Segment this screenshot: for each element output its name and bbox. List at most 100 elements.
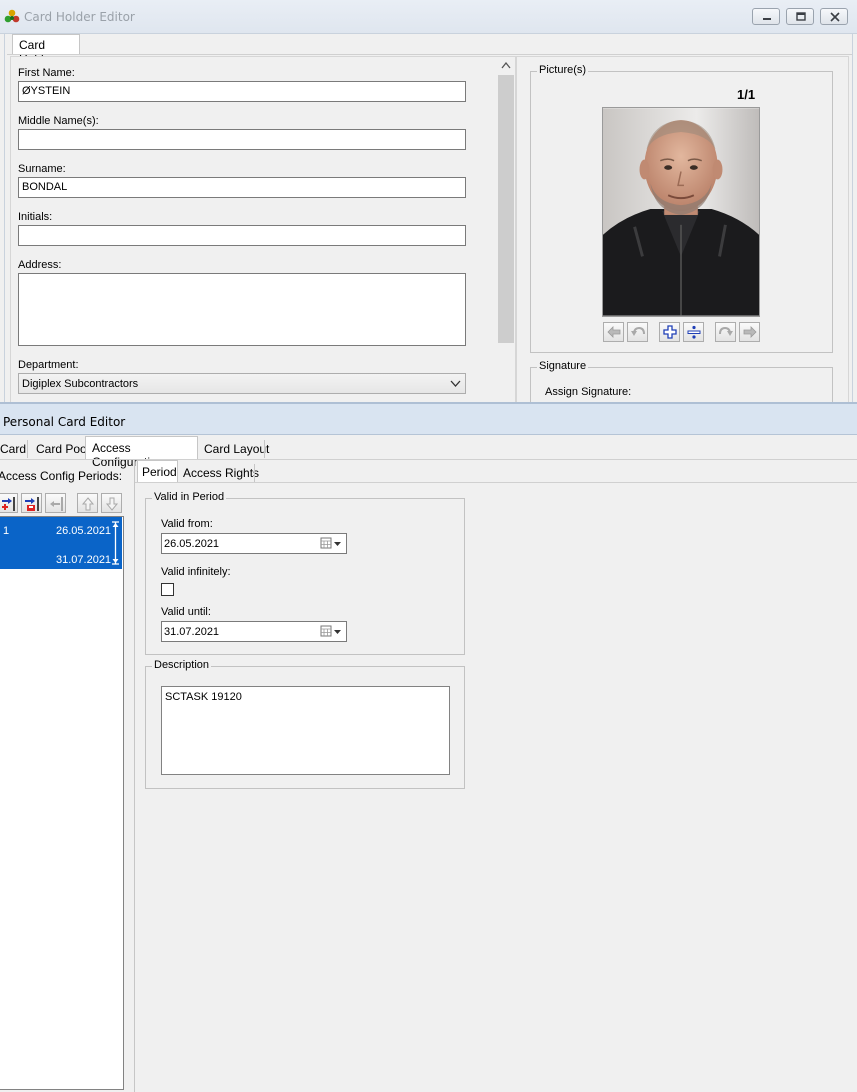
remove-period-icon: [50, 497, 63, 511]
valid-until-datepicker[interactable]: 31.07.2021: [161, 621, 347, 642]
arrow-right-icon: [743, 326, 757, 338]
description-textarea[interactable]: SCTASK 19120: [161, 686, 450, 775]
add-period-button[interactable]: [0, 493, 18, 513]
first-name-label: First Name:: [18, 67, 75, 79]
divide-icon: [687, 325, 701, 339]
valid-infinitely-checkbox[interactable]: [161, 583, 174, 596]
tab-card-pool[interactable]: Card Pool: [36, 442, 89, 456]
tab-card-label: Card: [0, 442, 27, 456]
window-title: Card Holder Editor: [24, 10, 135, 24]
next-picture-button[interactable]: [739, 322, 760, 342]
description-value: SCTASK 19120: [165, 691, 242, 703]
valid-from-datepicker[interactable]: 26.05.2021: [161, 533, 347, 554]
middle-name-field[interactable]: [18, 129, 466, 150]
title-bar: Card Holder Editor: [0, 0, 857, 34]
close-icon: [830, 12, 840, 22]
valid-from-value: 26.05.2021: [164, 538, 220, 550]
middle-name-label: Middle Name(s):: [18, 115, 99, 127]
arrow-up-icon: [81, 497, 95, 511]
tab-card-pool-label: Card Pool: [36, 442, 90, 456]
remove-picture-button[interactable]: [683, 322, 704, 342]
cardholder-photo: [602, 107, 760, 317]
valid-until-value: 31.07.2021: [164, 626, 220, 638]
card-holder-form: First Name: ØYSTEIN Middle Name(s): Surn…: [10, 56, 516, 402]
tab-separator: [264, 440, 265, 458]
tab-card-layout-label: Card Layout: [204, 442, 270, 456]
restore-button[interactable]: [786, 8, 814, 25]
valid-infinitely-label: Valid infinitely:: [161, 566, 231, 578]
signature-group: Signature Assign Signature:: [530, 360, 833, 402]
tab-access-rights-label: Access Rights: [183, 466, 260, 480]
title-bar: Personal Card Editor: [0, 402, 857, 435]
tab-card-holder[interactable]: Card Holder: [12, 34, 80, 66]
prev-picture-button[interactable]: [603, 322, 624, 342]
first-name-field[interactable]: ØYSTEIN: [18, 81, 466, 102]
initials-label: Initials:: [18, 211, 53, 223]
tab-access-configuration[interactable]: Access Configuration: [85, 436, 198, 469]
tab-period[interactable]: Period: [137, 460, 178, 483]
period-until: 31.07.2021: [56, 554, 112, 566]
signature-group-title: Signature: [537, 360, 589, 372]
calendar-dropdown-icon[interactable]: [320, 625, 342, 638]
add-period-icon: [2, 497, 15, 511]
scroll-up-icon[interactable]: [501, 62, 511, 69]
add-icon: [663, 325, 677, 339]
app-icon: [4, 9, 20, 23]
minimize-button[interactable]: [752, 8, 780, 25]
copy-period-button[interactable]: [21, 493, 42, 513]
assign-signature-label: Assign Signature:: [545, 386, 632, 398]
redo-icon: [719, 326, 733, 336]
subtab-divider: [135, 482, 857, 483]
arrow-down-icon: [105, 497, 119, 511]
access-config-periods-list[interactable]: 1 26.05.2021 31.07.2021: [0, 516, 124, 1090]
add-picture-button[interactable]: [659, 322, 680, 342]
address-field[interactable]: [18, 273, 466, 346]
minimize-icon: [763, 18, 771, 20]
period-row[interactable]: 1 26.05.2021 31.07.2021: [0, 517, 122, 569]
initials-field[interactable]: [18, 225, 466, 246]
access-config-periods-label: Access Config Periods:: [0, 469, 123, 483]
chevron-down-icon: [450, 380, 461, 387]
close-button[interactable]: [820, 8, 848, 25]
department-select[interactable]: Digiplex Subcontractors: [18, 373, 466, 394]
period-from: 26.05.2021: [56, 525, 112, 537]
undo-picture-button[interactable]: [627, 322, 648, 342]
tab-period-label: Period: [142, 465, 177, 479]
address-label: Address:: [18, 259, 62, 271]
redo-picture-button[interactable]: [715, 322, 736, 342]
description-title: Description: [152, 659, 212, 671]
move-up-button[interactable]: [77, 493, 98, 513]
move-down-button[interactable]: [101, 493, 122, 513]
picture-panel: Picture(s) 1/1 Signature Assign Signatur…: [516, 56, 849, 402]
surname-field[interactable]: BONDAL: [18, 177, 466, 198]
picture-counter: 1/1: [737, 87, 756, 102]
tab-access-rights[interactable]: Access Rights: [183, 466, 259, 480]
description-group: Description SCTASK 19120: [145, 659, 465, 789]
tab-divider: [7, 54, 852, 55]
copy-period-icon: [25, 497, 39, 511]
period-index: 1: [3, 525, 10, 537]
surname-value: BONDAL: [22, 181, 68, 193]
first-name-value: ØYSTEIN: [22, 85, 71, 97]
valid-until-label: Valid until:: [161, 606, 211, 618]
main-tab-strip: Card Card Pool Access Configuration Card…: [0, 436, 857, 469]
remove-period-button[interactable]: [45, 493, 66, 513]
tab-separator: [27, 440, 28, 458]
valid-in-period-group: Valid in Period Valid from: 26.05.2021 V…: [145, 491, 465, 655]
card-holder-editor-window: Card Holder Editor Card Holder First Nam…: [0, 0, 857, 402]
period-range-icon: [112, 521, 119, 565]
pane-splitter[interactable]: [134, 460, 135, 1092]
restore-icon: [796, 12, 806, 21]
calendar-dropdown-icon[interactable]: [320, 537, 342, 550]
tab-card[interactable]: Card: [0, 442, 26, 456]
pictures-group-title: Picture(s): [537, 64, 589, 76]
surname-label: Surname:: [18, 163, 66, 175]
valid-from-label: Valid from:: [161, 518, 213, 530]
form-scrollbar[interactable]: [497, 57, 515, 402]
window-title: Personal Card Editor: [3, 415, 126, 429]
scrollbar-thumb[interactable]: [498, 75, 514, 343]
valid-in-period-title: Valid in Period: [152, 491, 227, 503]
undo-icon: [631, 326, 645, 336]
department-value: Digiplex Subcontractors: [22, 378, 139, 390]
tab-card-layout[interactable]: Card Layout: [204, 442, 269, 456]
